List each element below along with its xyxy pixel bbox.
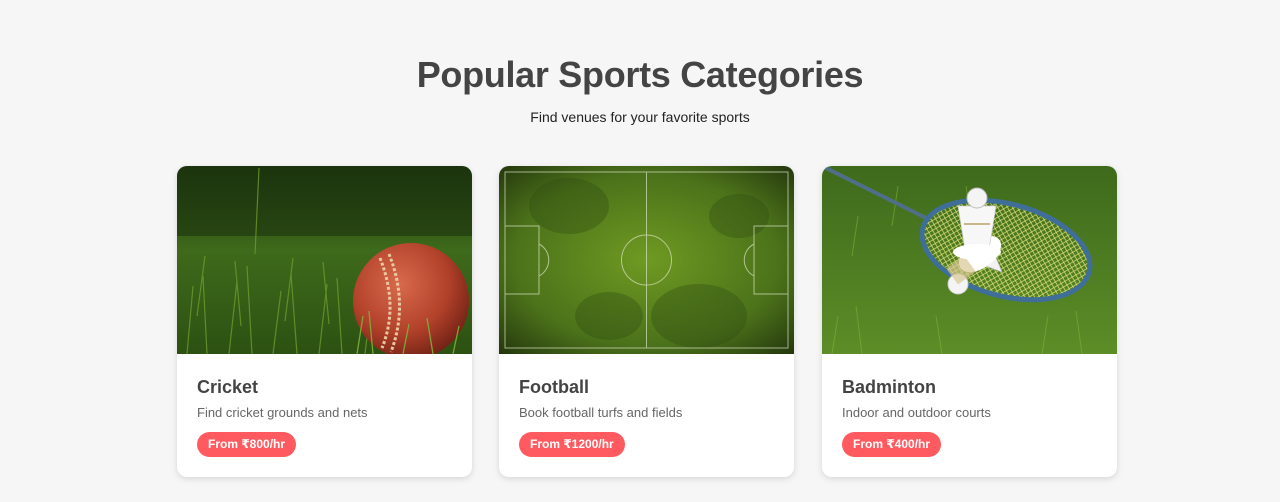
card-description: Find cricket grounds and nets [197, 405, 368, 420]
card-description: Indoor and outdoor courts [842, 405, 991, 420]
badminton-image [822, 166, 1117, 354]
category-card-badminton[interactable]: Badminton Indoor and outdoor courts From… [822, 166, 1117, 477]
football-image [499, 166, 794, 354]
section-title: Popular Sports Categories [416, 54, 864, 95]
cricket-image [177, 166, 472, 354]
sports-categories-section: Popular Sports Categories Find venues fo… [0, 0, 1280, 502]
card-title: Cricket [197, 377, 259, 397]
category-card-football[interactable]: Football Book football turfs and fields … [499, 166, 794, 477]
category-card-cricket[interactable]: Cricket Find cricket grounds and nets Fr… [177, 166, 472, 477]
price-badge[interactable]: From ₹400/hr [842, 432, 942, 457]
card-title: Badminton [842, 377, 936, 397]
section-subtitle: Find venues for your favorite sports [530, 109, 750, 125]
price-badge[interactable]: From ₹800/hr [197, 432, 297, 457]
card-description: Book football turfs and fields [519, 405, 683, 420]
price-badge[interactable]: From ₹1200/hr [519, 432, 625, 457]
card-title: Football [519, 377, 589, 397]
